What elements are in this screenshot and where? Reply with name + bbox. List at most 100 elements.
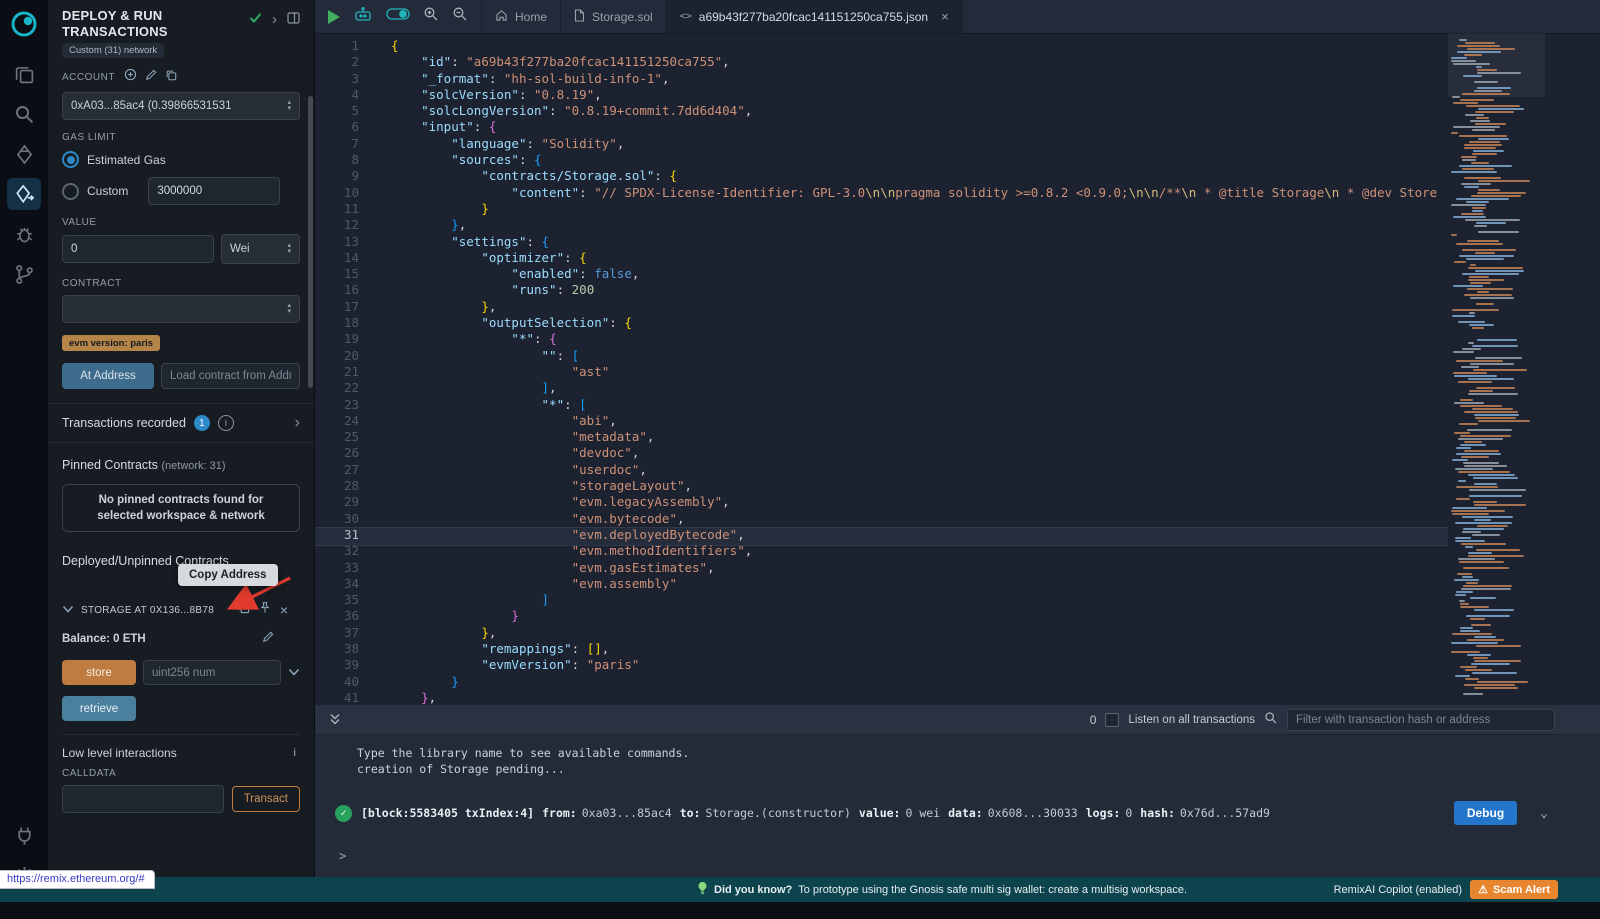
- sidebar-item-debugger[interactable]: [0, 214, 48, 254]
- pinned-empty-message: No pinned contracts found for selected w…: [62, 484, 300, 532]
- remix-logo-icon[interactable]: [8, 8, 40, 40]
- listen-label: Listen on all transactions: [1128, 714, 1255, 726]
- sidebar-item-solidity-compiler[interactable]: [0, 134, 48, 174]
- contract-instance-title[interactable]: STORAGE AT 0X136...8B78: [81, 605, 214, 616]
- divider: [48, 403, 314, 404]
- ai-copilot-toggle[interactable]: [386, 7, 410, 26]
- transactions-recorded-label: Transactions recorded: [62, 416, 186, 430]
- window-edge: [0, 902, 1600, 919]
- remix-ide-window: DEPLOY & RUN TRANSACTIONS › Custom (31) …: [0, 0, 1600, 919]
- transact-button[interactable]: Transact: [232, 786, 300, 812]
- value-label: VALUE: [62, 217, 300, 228]
- tx-log-text: [block:5583405 txIndex:4]from:0xa03...85…: [361, 806, 1445, 820]
- store-param-input[interactable]: [143, 660, 281, 685]
- zoom-in-icon[interactable]: [423, 6, 439, 27]
- debug-button[interactable]: Debug: [1454, 801, 1517, 825]
- terminal-collapse-icon[interactable]: [329, 710, 341, 729]
- expand-params-icon[interactable]: [288, 664, 300, 682]
- did-you-know: Did you know? To prototype using the Gno…: [697, 877, 1187, 902]
- low-level-info-icon[interactable]: i: [294, 747, 296, 759]
- tab-home[interactable]: Home: [482, 0, 561, 33]
- editor-code[interactable]: { "id": "a69b43f277ba20fcac141151250ca75…: [391, 38, 1442, 705]
- code-editor[interactable]: 1234567891011121314151617181920212223242…: [315, 33, 1600, 705]
- value-input[interactable]: [62, 235, 214, 263]
- contract-label: CONTRACT: [62, 278, 300, 289]
- low-level-label: Low level interactions: [62, 746, 177, 760]
- transactions-info-icon[interactable]: i: [218, 415, 234, 431]
- transaction-log-row[interactable]: ✓ [block:5583405 txIndex:4]from:0xa03...…: [335, 801, 1600, 825]
- sidebar-item-deploy-run[interactable]: [0, 174, 48, 214]
- zoom-out-icon[interactable]: [452, 6, 468, 27]
- account-select[interactable]: 0xA03...85ac4 (0.39866531531 ▴▾: [62, 92, 300, 120]
- custom-gas-label: Custom: [87, 184, 128, 198]
- stepper-icon: ▴▾: [281, 303, 291, 315]
- divider: [48, 442, 314, 443]
- copy-address-tooltip: Copy Address: [178, 564, 278, 586]
- edit-balance-icon[interactable]: [262, 630, 274, 648]
- calldata-input[interactable]: [62, 785, 224, 813]
- pinned-network-label: (network: 31): [161, 460, 225, 472]
- terminal: 0 Listen on all transactions Type the li…: [315, 705, 1600, 877]
- terminal-line: Type the library name to see available c…: [357, 745, 1600, 761]
- transactions-expand-icon[interactable]: ›: [295, 417, 300, 429]
- tab-build-info-json[interactable]: <> a69b43f277ba20fcac141151250ca755.json…: [667, 0, 963, 33]
- listen-count: 0: [1090, 713, 1097, 727]
- panel-layout-icon[interactable]: [287, 11, 300, 29]
- panel-check-icon: [249, 11, 262, 29]
- status-bar: Did you know? To prototype using the Gno…: [0, 877, 1600, 902]
- ai-copilot-icon[interactable]: [353, 6, 373, 27]
- tx-success-icon: ✓: [335, 805, 352, 822]
- sidebar-item-file-explorer[interactable]: [0, 54, 48, 94]
- at-address-input[interactable]: [161, 363, 300, 389]
- run-script-icon[interactable]: [328, 10, 340, 24]
- copy-account-icon[interactable]: [165, 68, 177, 86]
- at-address-button[interactable]: At Address: [62, 363, 154, 389]
- terminal-search-icon[interactable]: [1264, 710, 1278, 729]
- editor-area: Home Storage.sol <> a69b43f277ba20fcac14…: [315, 0, 1600, 705]
- calldata-label: CALLDATA: [62, 768, 300, 779]
- listen-checkbox[interactable]: [1105, 713, 1119, 727]
- estimated-gas-radio[interactable]: [62, 151, 79, 168]
- minimap[interactable]: [1448, 35, 1545, 705]
- home-icon: [495, 9, 508, 24]
- add-account-icon[interactable]: [124, 68, 137, 86]
- contract-collapse-icon[interactable]: [62, 601, 74, 619]
- warning-icon: ⚠: [1478, 883, 1488, 896]
- panel-title: DEPLOY & RUN TRANSACTIONS: [62, 8, 220, 40]
- json-file-icon: <>: [680, 11, 692, 22]
- sidebar-item-search[interactable]: [0, 94, 48, 134]
- deployed-contract-card: STORAGE AT 0X136...8B78 × Balance: 0 ETH: [62, 598, 300, 813]
- sidebar-item-git[interactable]: [0, 254, 48, 294]
- custom-gas-input[interactable]: [148, 177, 280, 205]
- editor-tabbar: Home Storage.sol <> a69b43f277ba20fcac14…: [315, 0, 1600, 34]
- stepper-icon: ▴▾: [281, 243, 291, 255]
- close-tab-icon[interactable]: ×: [941, 9, 949, 24]
- sidebar-item-plugin-manager[interactable]: [0, 815, 48, 855]
- stepper-icon: ▴▾: [281, 100, 291, 112]
- custom-gas-radio[interactable]: [62, 183, 79, 200]
- copilot-status[interactable]: RemixAI Copilot (enabled): [1334, 877, 1462, 902]
- network-badge: Custom (31) network: [62, 43, 164, 58]
- tab-storage-sol[interactable]: Storage.sol: [561, 0, 667, 33]
- estimated-gas-label: Estimated Gas: [87, 153, 166, 167]
- deploy-run-panel: DEPLOY & RUN TRANSACTIONS › Custom (31) …: [48, 0, 315, 877]
- terminal-prompt[interactable]: >: [339, 849, 1600, 863]
- terminal-filter-input[interactable]: [1287, 709, 1555, 731]
- pinned-contracts-title: Pinned Contracts: [62, 458, 158, 472]
- retrieve-function-button[interactable]: retrieve: [62, 696, 136, 721]
- panel-scrollbar[interactable]: [308, 96, 313, 388]
- terminal-header: 0 Listen on all transactions: [315, 705, 1600, 735]
- panel-expand-icon[interactable]: ›: [272, 15, 277, 25]
- gas-limit-label: GAS LIMIT: [62, 132, 300, 143]
- browser-link-preview: https://remix.ethereum.org/#: [0, 870, 155, 889]
- terminal-line: creation of Storage pending...: [357, 761, 1600, 777]
- transactions-count-badge: 1: [194, 415, 210, 431]
- sign-message-icon[interactable]: [145, 68, 157, 86]
- contract-balance: Balance: 0 ETH: [62, 633, 146, 645]
- evm-version-badge: evm version: paris: [62, 335, 160, 351]
- store-function-button[interactable]: store: [62, 660, 136, 685]
- tx-expand-icon[interactable]: ⌄: [1540, 806, 1548, 821]
- value-unit-select[interactable]: Wei ▴▾: [221, 234, 300, 264]
- contract-select[interactable]: ▴▾: [62, 295, 300, 323]
- scam-alert-button[interactable]: ⚠ Scam Alert: [1470, 880, 1558, 899]
